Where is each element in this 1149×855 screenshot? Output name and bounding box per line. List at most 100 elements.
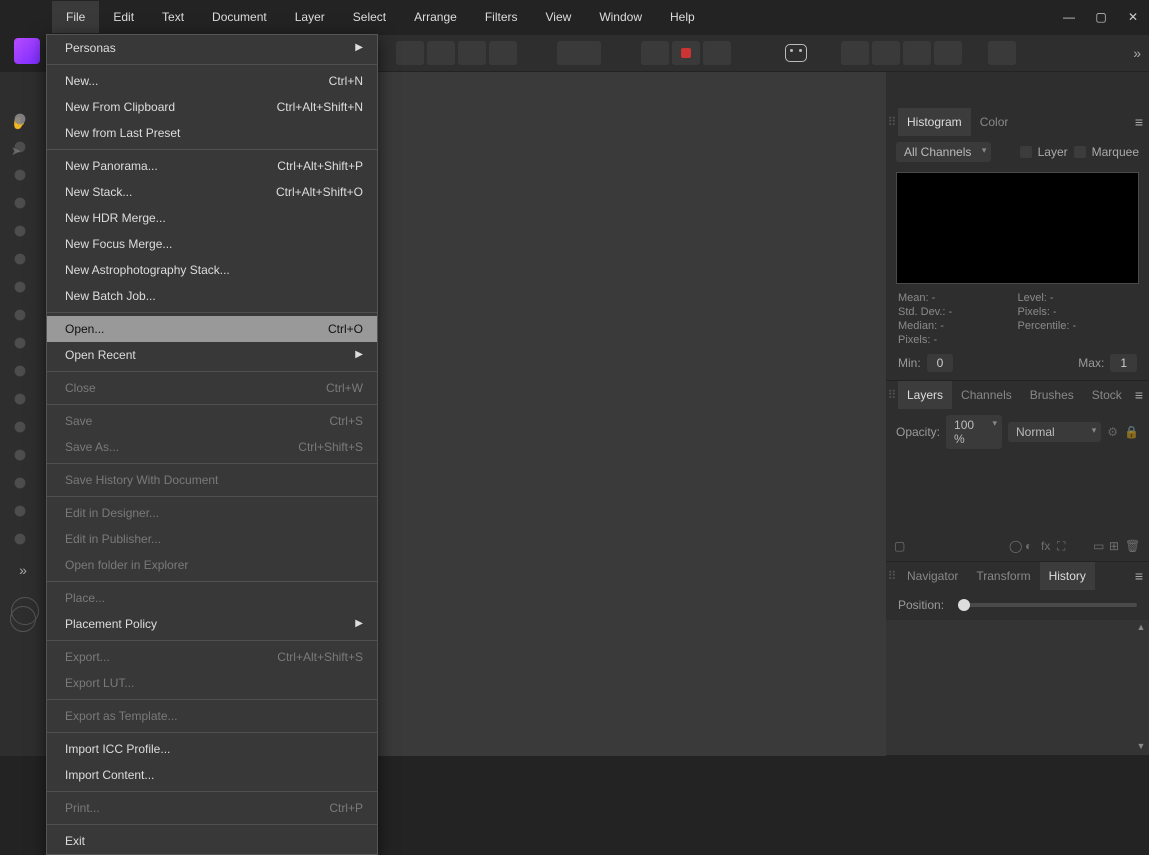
layer-checkbox[interactable]	[1020, 146, 1032, 158]
menuitem-placement-policy[interactable]: Placement Policy▶	[47, 611, 377, 637]
channels-dropdown[interactable]: All Channels	[896, 142, 991, 162]
dodge-icon[interactable]	[11, 418, 35, 442]
panel-grip-icon[interactable]: ⠿	[886, 569, 898, 583]
tab-navigator[interactable]: Navigator	[898, 562, 967, 590]
brush-icon[interactable]	[11, 166, 35, 190]
menuitem-new[interactable]: New...Ctrl+N	[47, 68, 377, 94]
menuitem-new-focus-merge[interactable]: New Focus Merge...	[47, 231, 377, 257]
tab-histogram[interactable]: Histogram	[898, 108, 971, 136]
toolbar-button[interactable]	[841, 41, 869, 65]
menuitem-import-content[interactable]: Import Content...	[47, 762, 377, 788]
panel-menu-icon[interactable]: ≡	[1135, 387, 1143, 403]
tab-channels[interactable]: Channels	[952, 381, 1021, 409]
tab-history[interactable]: History	[1040, 562, 1095, 590]
scroll-up-icon[interactable]: ▲	[1135, 622, 1147, 634]
folder-icon[interactable]: ▭	[1093, 539, 1109, 555]
menuitem-import-icc-profile[interactable]: Import ICC Profile...	[47, 736, 377, 762]
heal-icon[interactable]	[11, 306, 35, 330]
toolbar-dropdown[interactable]	[557, 41, 601, 65]
marquee-checkbox[interactable]	[1074, 146, 1086, 158]
sponge-icon[interactable]	[11, 390, 35, 414]
toolbar-button[interactable]	[396, 41, 424, 65]
panel-menu-icon[interactable]: ≡	[1135, 568, 1143, 584]
position-slider[interactable]	[958, 603, 1137, 607]
burn-icon[interactable]	[11, 362, 35, 386]
tab-stock[interactable]: Stock	[1083, 381, 1131, 409]
history-list[interactable]: ▲ ▼	[886, 620, 1149, 755]
panel-menu-icon[interactable]: ≡	[1135, 114, 1143, 130]
clone-icon[interactable]	[11, 278, 35, 302]
tools-overflow-icon[interactable]: »	[19, 562, 27, 578]
menu-edit[interactable]: Edit	[99, 1, 148, 33]
menu-view[interactable]: View	[532, 1, 586, 33]
minimize-button[interactable]: —	[1053, 0, 1085, 34]
blur-icon[interactable]	[11, 474, 35, 498]
menu-select[interactable]: Select	[339, 1, 400, 33]
close-button[interactable]: ✕	[1117, 0, 1149, 34]
opacity-dropdown[interactable]: 100 %	[946, 415, 1002, 449]
menu-window[interactable]: Window	[585, 1, 656, 33]
min-input[interactable]: 0	[927, 354, 954, 372]
scroll-down-icon[interactable]: ▼	[1135, 741, 1147, 753]
toolbar-button[interactable]	[988, 41, 1016, 65]
crop-icon[interactable]	[11, 194, 35, 218]
menuitem-new-hdr-merge[interactable]: New HDR Merge...	[47, 205, 377, 231]
toolbar-button[interactable]	[458, 41, 486, 65]
panel-grip-icon[interactable]: ⠿	[886, 115, 898, 129]
adjust-icon[interactable]: ◐	[1025, 539, 1041, 555]
hand-icon[interactable]	[11, 110, 35, 134]
menu-text[interactable]: Text	[148, 1, 198, 33]
gear-icon[interactable]: ⚙	[1107, 425, 1118, 439]
tab-color[interactable]: Color	[971, 108, 1018, 136]
smudge-icon[interactable]	[11, 446, 35, 470]
menuitem-personas[interactable]: Personas▶	[47, 35, 377, 61]
menu-layer[interactable]: Layer	[281, 1, 339, 33]
toolbar-button[interactable]	[489, 41, 517, 65]
menu-help[interactable]: Help	[656, 1, 709, 33]
menuitem-new-panorama[interactable]: New Panorama...Ctrl+Alt+Shift+P	[47, 153, 377, 179]
toolbar-button[interactable]	[703, 41, 731, 65]
slider-thumb-icon[interactable]	[958, 599, 970, 611]
menuitem-new-batch-job[interactable]: New Batch Job...	[47, 283, 377, 309]
paint-icon[interactable]	[11, 334, 35, 358]
mask-icon[interactable]: ◯	[1009, 539, 1025, 555]
add-icon[interactable]: ⊞	[1109, 539, 1125, 555]
trash-icon[interactable]: 🗑	[1125, 539, 1141, 555]
menuitem-new-astrophotography-stack[interactable]: New Astrophotography Stack...	[47, 257, 377, 283]
toolbar-button[interactable]	[903, 41, 931, 65]
marquee-icon[interactable]	[11, 250, 35, 274]
toolbar-button[interactable]	[872, 41, 900, 65]
lasso-icon[interactable]	[11, 222, 35, 246]
move-icon[interactable]	[11, 138, 35, 162]
menuitem-new-from-last-preset[interactable]: New from Last Preset	[47, 120, 377, 146]
lock-icon[interactable]: 🔒	[1124, 425, 1139, 439]
menu-document[interactable]: Document	[198, 1, 281, 33]
menuitem-exit[interactable]: Exit	[47, 828, 377, 854]
fx-icon[interactable]: fx	[1041, 539, 1057, 555]
panel-grip-icon[interactable]: ⠿	[886, 388, 898, 402]
menuitem-new-stack[interactable]: New Stack...Ctrl+Alt+Shift+O	[47, 179, 377, 205]
menu-filters[interactable]: Filters	[471, 1, 532, 33]
tab-brushes[interactable]: Brushes	[1021, 381, 1083, 409]
tab-transform[interactable]: Transform	[967, 562, 1039, 590]
menuitem-open[interactable]: Open...Ctrl+O	[47, 316, 377, 342]
toolbar-button[interactable]	[672, 41, 700, 65]
toolbar-overflow-icon[interactable]: »	[1133, 45, 1141, 61]
assistant-icon[interactable]	[785, 44, 807, 62]
eyedrop-icon[interactable]	[11, 530, 35, 554]
menuitem-open-recent[interactable]: Open Recent▶	[47, 342, 377, 368]
sharpen-icon[interactable]	[11, 502, 35, 526]
toolbar-button[interactable]	[934, 41, 962, 65]
layer-icon[interactable]: ▢	[894, 539, 910, 555]
menu-arrange[interactable]: Arrange	[400, 1, 471, 33]
color-swatch-icon[interactable]	[10, 606, 36, 632]
max-input[interactable]: 1	[1110, 354, 1137, 372]
crop-icon[interactable]: ⛶	[1057, 539, 1073, 555]
tab-layers[interactable]: Layers	[898, 381, 952, 409]
blendmode-dropdown[interactable]: Normal	[1008, 422, 1101, 442]
menuitem-new-from-clipboard[interactable]: New From ClipboardCtrl+Alt+Shift+N	[47, 94, 377, 120]
toolbar-button[interactable]	[427, 41, 455, 65]
toolbar-button[interactable]	[641, 41, 669, 65]
menu-file[interactable]: File	[52, 1, 99, 33]
maximize-button[interactable]: ▢	[1085, 0, 1117, 34]
